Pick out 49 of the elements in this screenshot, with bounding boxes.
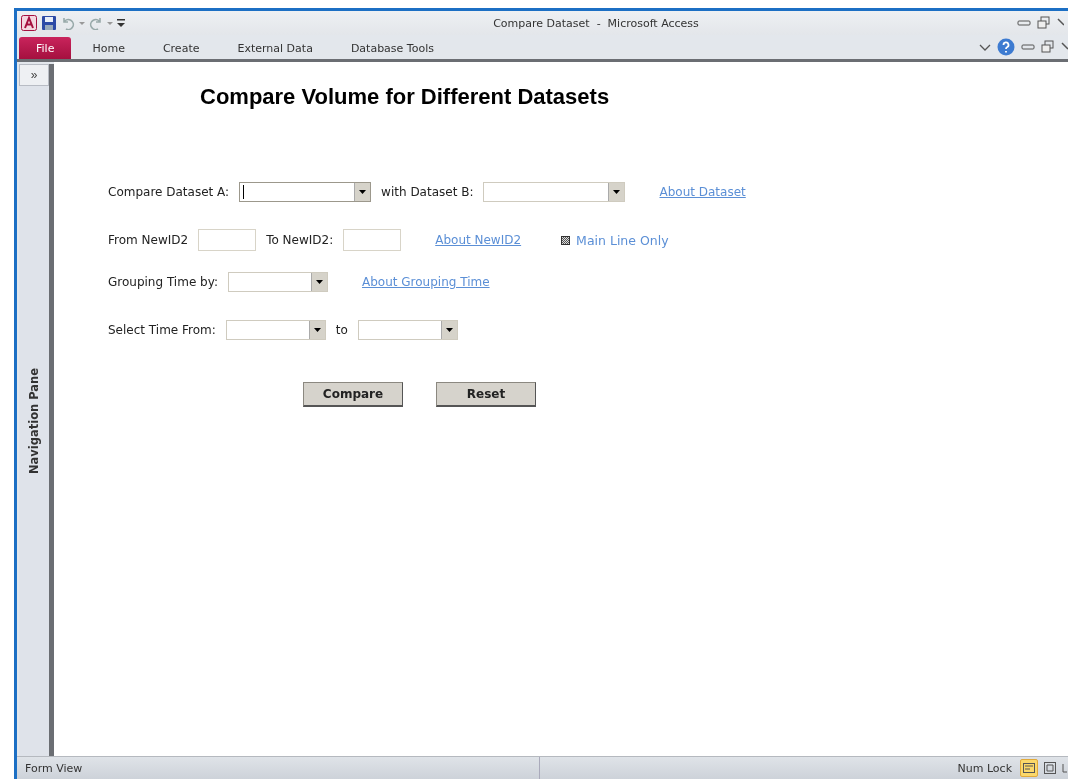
- combo-box[interactable]: [357, 320, 458, 340]
- dropdown-arrow-icon: [445, 328, 453, 332]
- form-view-icon: [1023, 763, 1035, 773]
- caret-icon[interactable]: [79, 21, 85, 25]
- checkbox[interactable]: [561, 235, 571, 245]
- field-label: Compare Dataset A:: [108, 185, 230, 199]
- checkbox-label: Main Line Only: [576, 232, 669, 248]
- customize-menu-icon[interactable]: [117, 19, 125, 27]
- field-label: Select Time From:: [108, 323, 216, 337]
- dropdown-arrow-icon: [359, 190, 367, 194]
- restore-icon[interactable]: [1041, 40, 1055, 54]
- dropdown-arrow-icon: [613, 190, 621, 194]
- ribbon-tab[interactable]: File: [19, 37, 72, 59]
- status-text: Form View: [17, 757, 540, 779]
- field-label: with Dataset B:: [381, 185, 474, 199]
- text-field[interactable]: [198, 229, 257, 251]
- field-label: From NewID2: [108, 233, 189, 247]
- ribbon-tab[interactable]: External Data: [220, 37, 330, 59]
- save-icon[interactable]: [41, 15, 57, 31]
- redo-icon[interactable]: [89, 16, 103, 30]
- ribbon-tab[interactable]: Home: [75, 37, 142, 59]
- chevron-down-icon[interactable]: [979, 42, 991, 52]
- form-view-button[interactable]: [1020, 759, 1038, 777]
- layout-view-icon: [1044, 762, 1056, 774]
- text-field[interactable]: [343, 229, 402, 251]
- window-title: Compare Dataset - Microsoft Access: [492, 16, 700, 30]
- undo-icon[interactable]: [61, 16, 75, 30]
- form-button[interactable]: Reset: [436, 382, 536, 407]
- caret-icon[interactable]: [107, 21, 113, 25]
- combo-box[interactable]: [483, 182, 626, 202]
- field-label: To NewID2:: [266, 233, 334, 247]
- form-button[interactable]: Compare: [303, 382, 403, 407]
- restore-icon[interactable]: [1037, 16, 1051, 30]
- field-label: Grouping Time by:: [108, 275, 218, 289]
- status-text: Num Lock: [957, 761, 1012, 775]
- app-logo-icon[interactable]: [21, 15, 37, 31]
- combo-box[interactable]: [225, 320, 326, 340]
- dropdown-arrow-icon: [316, 280, 323, 284]
- dropdown-arrow-icon: [313, 328, 321, 332]
- help-icon[interactable]: [997, 38, 1015, 56]
- combo-box[interactable]: [228, 272, 328, 292]
- navigation-pane-label[interactable]: Navigation Pane: [27, 367, 41, 475]
- field-label: to: [335, 323, 348, 337]
- form-title: Compare Volume for Different Datasets: [200, 84, 611, 110]
- ribbon-tab[interactable]: Database Tools: [333, 37, 451, 59]
- expand-button[interactable]: »: [19, 64, 49, 86]
- combo-box[interactable]: [239, 182, 372, 202]
- layout-view-button[interactable]: [1041, 759, 1059, 777]
- ribbon-tab[interactable]: Create: [145, 37, 217, 59]
